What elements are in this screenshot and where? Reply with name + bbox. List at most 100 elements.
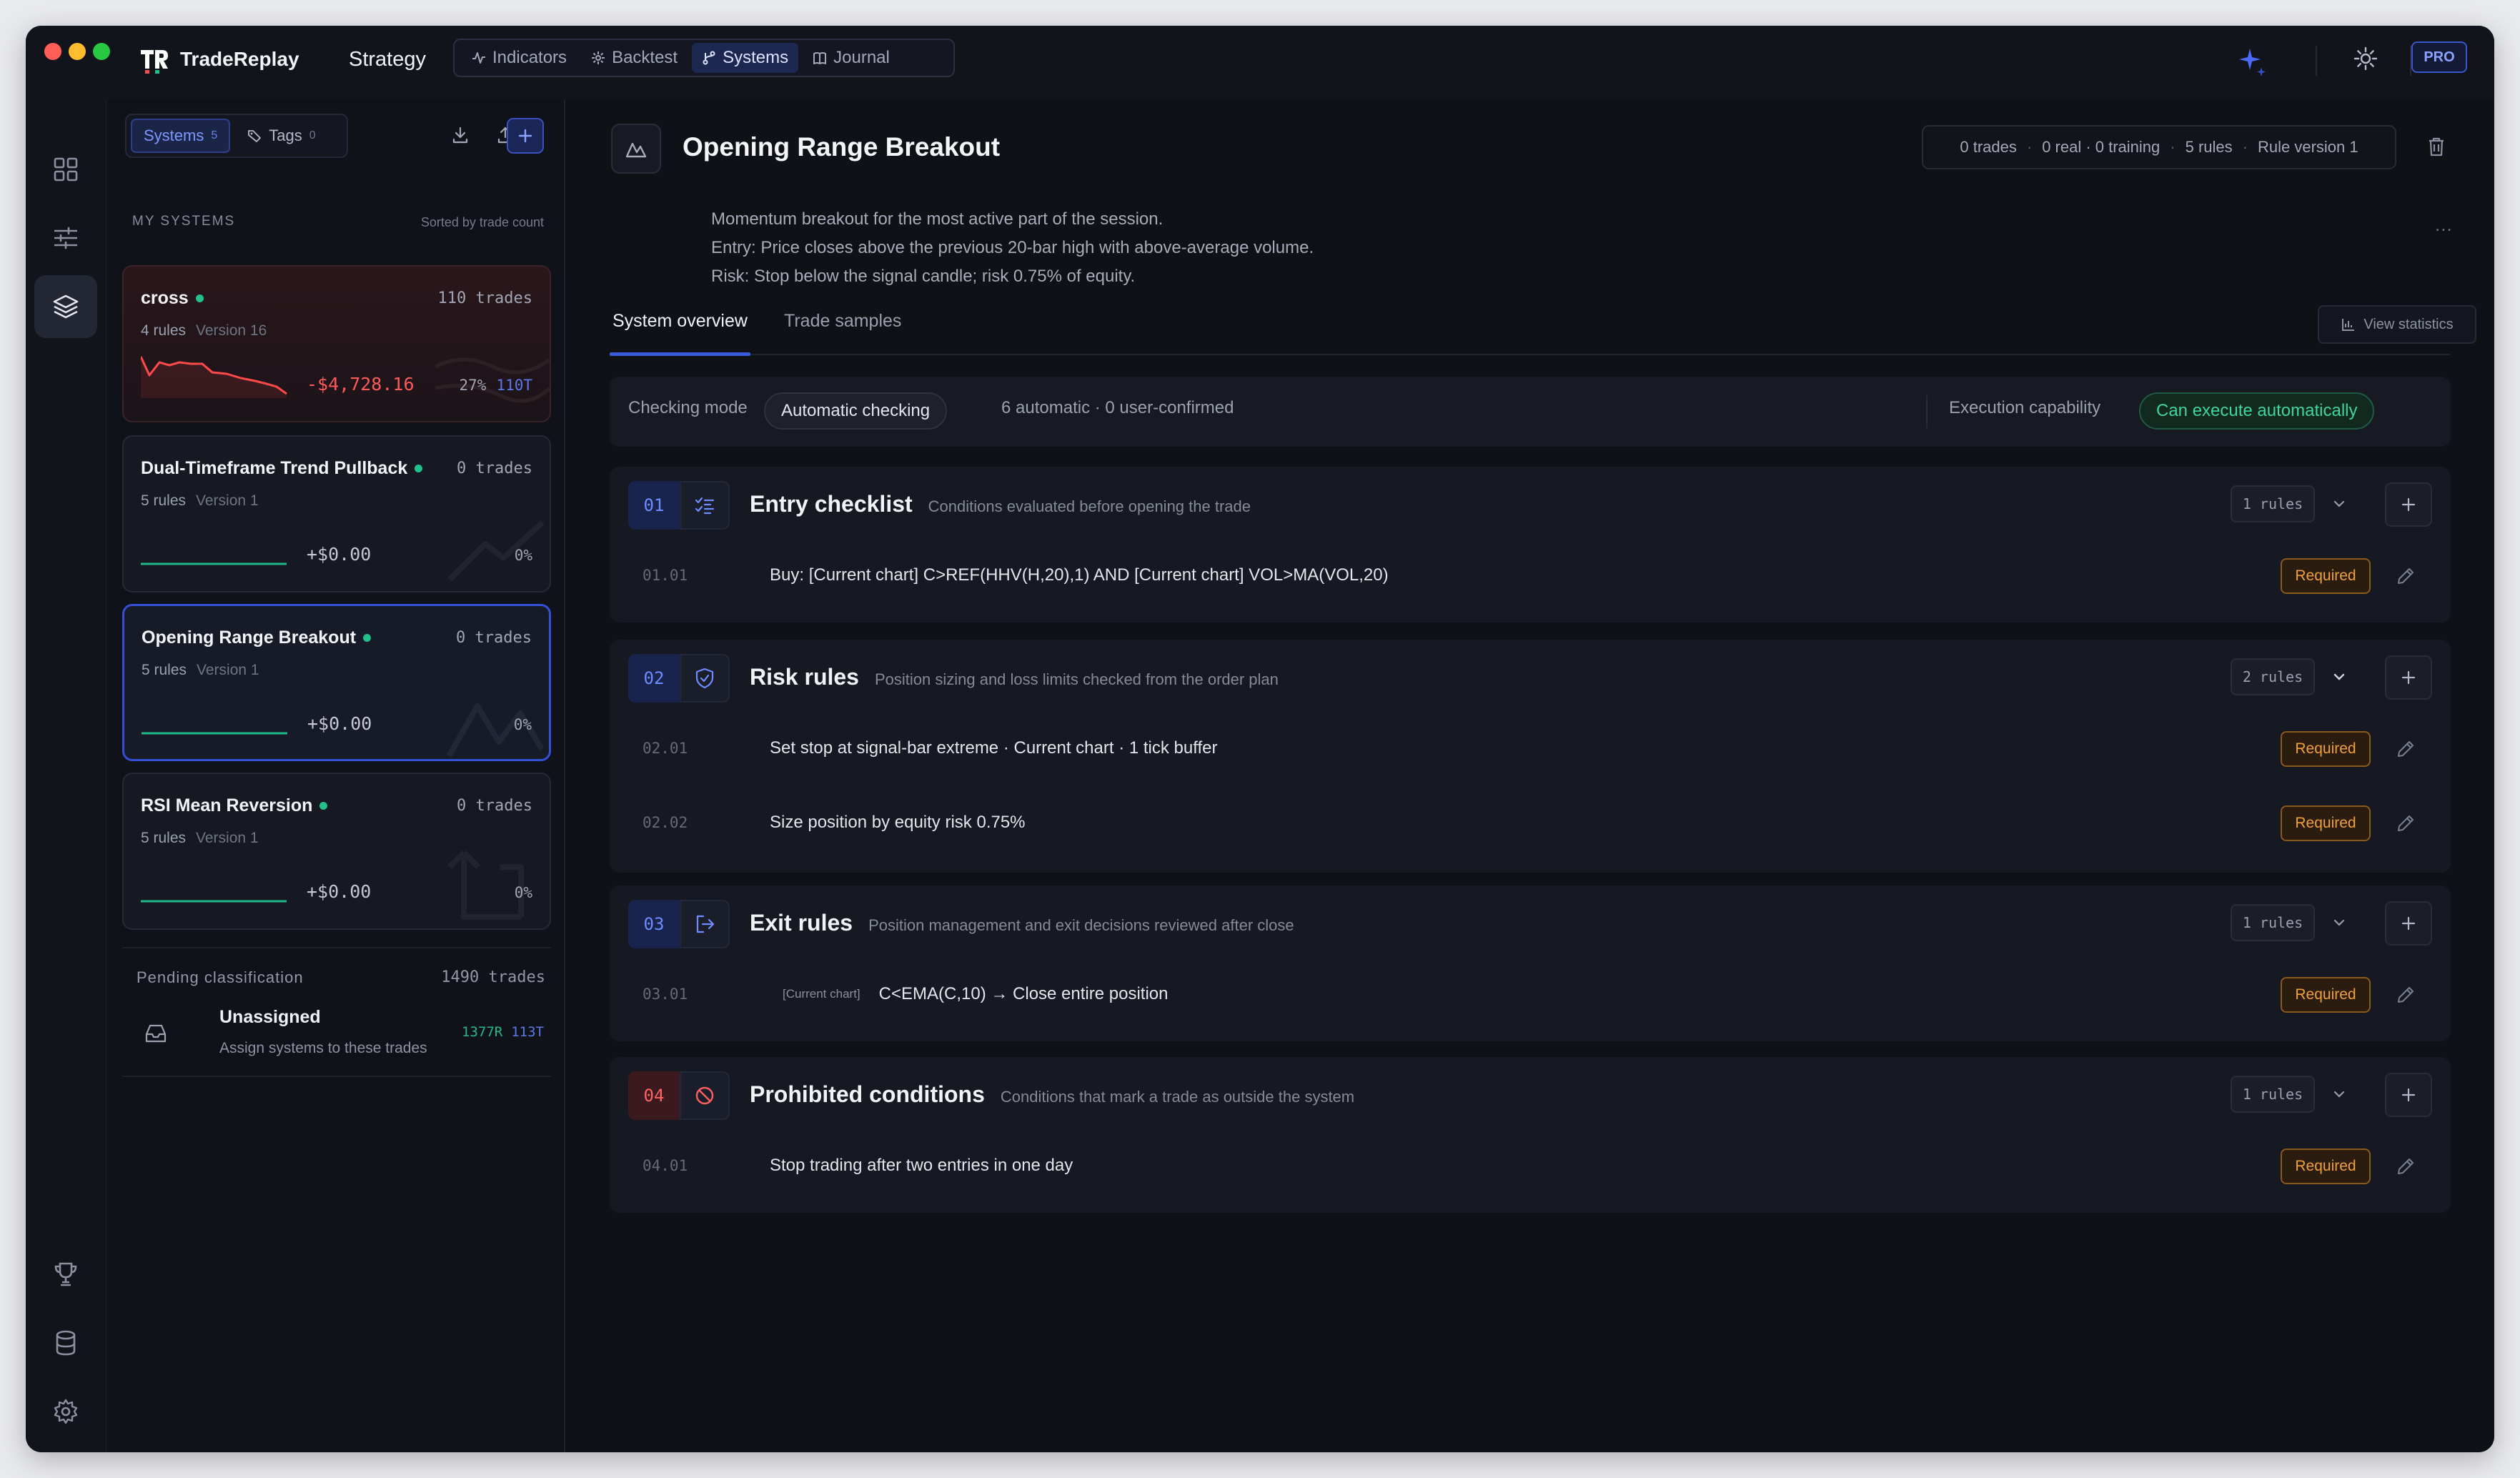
- rail-settings-button[interactable]: [34, 1380, 97, 1443]
- pencil-icon[interactable]: [2395, 984, 2416, 1006]
- rail-data-button[interactable]: [34, 1311, 97, 1374]
- system-rules: 4 rules: [141, 322, 187, 339]
- rule-row[interactable]: 01.01 Buy: [Current chart] C>REF(HHV(H,2…: [610, 548, 2451, 605]
- pencil-icon[interactable]: [2395, 565, 2416, 587]
- unassigned-title[interactable]: Unassigned: [219, 1007, 321, 1028]
- branch-icon: [703, 51, 715, 65]
- trash-icon[interactable]: [2425, 135, 2448, 158]
- system-version: Version 1: [196, 492, 259, 509]
- add-rule-button[interactable]: [2385, 1073, 2432, 1117]
- section-number: 02: [628, 654, 680, 703]
- tradereplay-logo-icon: [141, 50, 168, 74]
- my-systems-heading: MY SYSTEMS: [132, 214, 236, 229]
- system-winrate-row: 27% 110T: [459, 377, 532, 394]
- add-system-button[interactable]: [507, 118, 544, 154]
- plus-icon: [2401, 497, 2416, 512]
- rule-row[interactable]: 02.02 Size position by equity risk 0.75%…: [610, 795, 2451, 853]
- ban-icon: [695, 1086, 714, 1105]
- tab-label: Systems: [723, 48, 789, 67]
- tab-journal[interactable]: Journal: [803, 43, 900, 73]
- required-badge[interactable]: Required: [2281, 805, 2371, 841]
- rail-systems-button[interactable]: [34, 275, 97, 338]
- rail-filters-button[interactable]: [34, 207, 97, 269]
- chevron-down-icon[interactable]: [2328, 911, 2351, 934]
- system-title[interactable]: Opening Range Breakout: [683, 132, 1000, 162]
- system-rules-row: 5 rules Version 1: [141, 830, 259, 847]
- system-card[interactable]: RSI Mean Reversion 0 trades 5 rules Versi…: [122, 773, 551, 930]
- add-rule-button[interactable]: [2385, 901, 2432, 946]
- more-options-button[interactable]: ...: [2435, 214, 2453, 236]
- pencil-icon[interactable]: [2395, 813, 2416, 834]
- view-statistics-button[interactable]: View statistics: [2318, 305, 2476, 344]
- system-meta-summary: 0 trades · 0 real · 0 training · 5 rules…: [1922, 125, 2396, 169]
- system-name-row: Opening Range Breakout: [142, 628, 372, 648]
- plus-icon: [2401, 670, 2416, 685]
- import-button[interactable]: [446, 121, 475, 149]
- trophy-icon: [54, 1262, 77, 1286]
- tab-backtest[interactable]: Backtest: [581, 43, 688, 73]
- theme-toggle-sun-icon[interactable]: [2353, 46, 2378, 71]
- chevron-down-icon[interactable]: [2328, 1083, 2351, 1106]
- database-icon: [56, 1330, 76, 1356]
- system-version: Version 16: [196, 322, 267, 339]
- grid-icon: [54, 157, 78, 182]
- section-title[interactable]: Strategy: [349, 48, 426, 71]
- sidebar-tab-systems[interactable]: Systems 5: [131, 119, 231, 153]
- system-winrate: 0%: [513, 716, 532, 733]
- sidebar-segmented-control: Systems 5 Tags 0: [125, 114, 348, 158]
- system-card[interactable]: cross 110 trades 4 rules Version 16 -$4,7…: [122, 265, 551, 422]
- sidebar-tab-tags[interactable]: Tags 0: [236, 119, 327, 153]
- pencil-icon[interactable]: [2395, 1156, 2416, 1177]
- checking-mode-selector[interactable]: Automatic checking: [764, 392, 948, 430]
- book-icon: [813, 52, 827, 64]
- section-rule-count: 1 rules: [2231, 1076, 2315, 1113]
- window-close-button[interactable]: [44, 43, 61, 60]
- required-badge[interactable]: Required: [2281, 1149, 2371, 1184]
- shield-icon: [695, 668, 714, 689]
- rail-dashboard-button[interactable]: [34, 138, 97, 201]
- activity-icon: [472, 52, 485, 64]
- required-badge[interactable]: Required: [2281, 558, 2371, 594]
- rule-number: 01.01: [643, 567, 688, 584]
- section-subtitle: Conditions evaluated before opening the …: [928, 497, 1251, 515]
- system-card-selected[interactable]: Opening Range Breakout 0 trades 5 rules V…: [122, 604, 551, 761]
- system-winrate: 27%: [459, 377, 487, 394]
- add-rule-button[interactable]: [2385, 482, 2432, 527]
- required-badge[interactable]: Required: [2281, 731, 2371, 767]
- system-card[interactable]: Dual-Timeframe Trend Pullback 0 trades 5…: [122, 435, 551, 592]
- add-rule-button[interactable]: [2385, 655, 2432, 700]
- rule-text: C<EMA(C,10) → Close entire position: [878, 984, 1169, 1003]
- tab-systems[interactable]: Systems: [692, 43, 799, 73]
- pencil-icon[interactable]: [2395, 738, 2416, 760]
- chevron-down-icon[interactable]: [2328, 665, 2351, 688]
- tab-trade-samples[interactable]: Trade samples: [784, 311, 901, 354]
- rule-number: 04.01: [643, 1157, 688, 1174]
- rail-achievements-button[interactable]: [34, 1243, 97, 1306]
- view-statistics-label: View statistics: [2363, 316, 2454, 332]
- system-icon-button[interactable]: [611, 124, 661, 174]
- rule-row[interactable]: 02.01 Set stop at signal-bar extreme · C…: [610, 721, 2451, 778]
- window-zoom-button[interactable]: [93, 43, 110, 60]
- sort-label[interactable]: Sorted by trade count: [421, 215, 544, 230]
- section-title: Entry checklist: [750, 491, 913, 517]
- window-minimize-button[interactable]: [69, 43, 86, 60]
- system-trade-count: 0 trades: [456, 629, 532, 647]
- active-status-dot: [415, 465, 423, 472]
- app-window: TradeReplay Strategy Indicators Backtest…: [26, 26, 2494, 1452]
- chevron-down-icon[interactable]: [2328, 492, 2351, 515]
- system-name-row: Dual-Timeframe Trend Pullback: [141, 458, 423, 479]
- ai-sparkle-icon[interactable]: [2234, 46, 2270, 79]
- section-prohibited-conditions: 04 Prohibited conditions Conditions that …: [610, 1057, 2451, 1213]
- rule-row[interactable]: 03.01 [Current chart] C<EMA(C,10) → Clos…: [610, 967, 2451, 1024]
- section-number: 04: [628, 1071, 680, 1120]
- tab-system-overview[interactable]: System overview: [610, 311, 750, 356]
- system-winrate-row: 0%: [515, 547, 532, 564]
- unassigned-real-count: 1377R: [462, 1024, 503, 1040]
- required-badge[interactable]: Required: [2281, 977, 2371, 1013]
- pro-badge[interactable]: PRO: [2411, 41, 2467, 73]
- rule-row[interactable]: 04.01 Stop trading after two entries in …: [610, 1139, 2451, 1196]
- mountain-icon: [625, 142, 647, 158]
- pnl-sparkline: [141, 562, 287, 565]
- tab-indicators[interactable]: Indicators: [462, 43, 577, 73]
- system-pnl: +$0.00: [307, 881, 372, 902]
